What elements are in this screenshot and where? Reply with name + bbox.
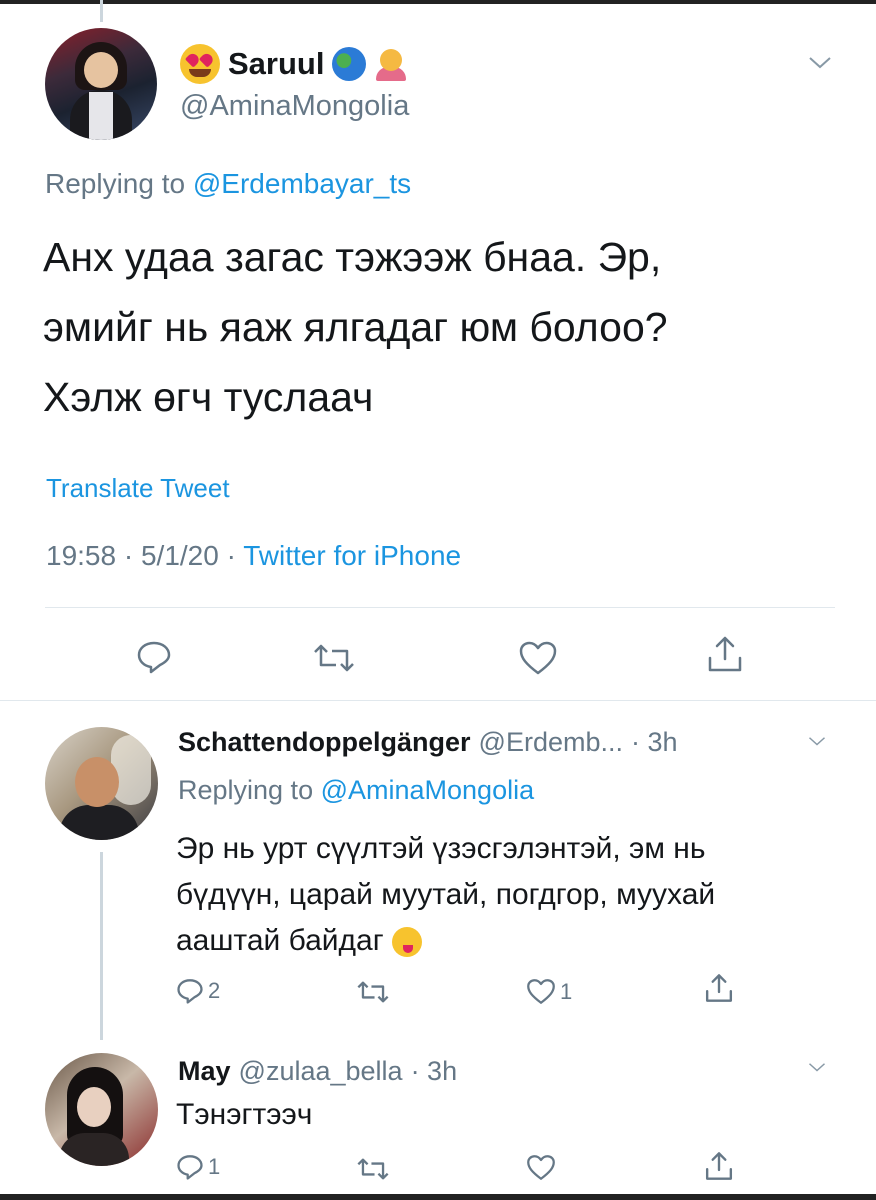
heart-icon [527,979,555,1004]
retweet-button[interactable] [312,643,356,673]
reply-handle: @zulaa_bella [238,1056,403,1086]
reply-button[interactable] [136,640,172,674]
retweet-icon [357,1158,389,1180]
retweet-icon [314,644,354,672]
reply-text: Тэнэгтээч [176,1098,313,1131]
like-button[interactable] [526,1154,556,1181]
reply-time: · 3h [630,727,678,757]
tweet-source-link[interactable]: Twitter for iPhone [243,540,461,571]
reply-time: · 3h [410,1056,458,1086]
chevron-down-icon[interactable] [808,736,826,747]
author-display-name: Saruul [228,46,325,81]
author-handle[interactable]: @AminaMongolia [180,90,409,123]
share-button[interactable] [704,1150,734,1182]
share-button[interactable] [704,972,734,1004]
like-count: 1 [560,978,573,1004]
reply-count: 1 [208,1154,221,1179]
thread-line [100,852,103,1040]
smiling-heart-eyes-icon [180,44,220,84]
tweet-text: Анх удаа загас тэжээж бнаа. Эр, эмийг нь… [43,234,668,420]
share-button[interactable] [706,634,744,674]
divider [0,700,876,701]
tweet-meta: 19:58 · 5/1/20 · Twitter for iPhone [46,540,462,571]
share-icon [705,974,733,1002]
share-icon [705,1152,733,1180]
reply-button[interactable]: 2 [176,978,220,1004]
reply-icon [177,979,203,1004]
translate-tweet-link[interactable]: Translate Tweet [46,473,230,504]
reply-header[interactable]: Schattendoppelgänger @Erdemb... · 3h [178,727,678,758]
retweet-button[interactable] [356,1157,390,1181]
reply-button[interactable]: 1 [176,1154,220,1180]
thread-line [100,0,103,22]
chevron-down-icon[interactable] [808,56,832,70]
like-button[interactable]: 1 [526,978,572,1005]
heart-icon [527,1155,555,1180]
avatar[interactable] [45,727,158,840]
divider [45,607,835,608]
tweet-time: 19:58 [46,540,117,571]
reply-header[interactable]: May @zulaa_bella · 3h [178,1056,457,1087]
replying-to: Replying to @AminaMongolia [178,775,535,805]
tweet-date: 5/1/20 [140,540,219,571]
screen-bottom-edge [0,1194,876,1200]
winking-face-with-tongue-icon [392,927,423,958]
replying-to: Replying to @Erdembayar_ts [45,168,412,199]
reply-icon [137,641,171,674]
reply-count: 2 [208,978,221,1003]
reply-icon [177,1155,203,1180]
screen-top-edge [0,0,876,4]
globe-icon [332,47,367,81]
reply-display-name: May [178,1056,231,1086]
replying-to-handle-link[interactable]: @AminaMongolia [321,775,535,805]
heart-icon [519,641,557,675]
retweet-button[interactable] [356,980,390,1004]
share-icon [708,636,742,672]
chevron-down-icon[interactable] [808,1062,826,1073]
person-tipping-hand-icon [374,47,408,81]
retweet-icon [357,981,389,1003]
replying-to-handle-link[interactable]: @Erdembayar_ts [193,168,411,199]
reply-display-name: Schattendoppelgänger [178,727,471,757]
author-name-row[interactable]: Saruul [180,44,408,84]
reply-handle: @Erdemb... [478,727,623,757]
avatar[interactable] [45,1053,158,1166]
reply-text: Эр нь урт сүүлтэй үзэсгэлэнтэй, эм нь бү… [176,832,716,958]
like-button[interactable] [518,640,558,676]
avatar[interactable] [45,28,157,140]
